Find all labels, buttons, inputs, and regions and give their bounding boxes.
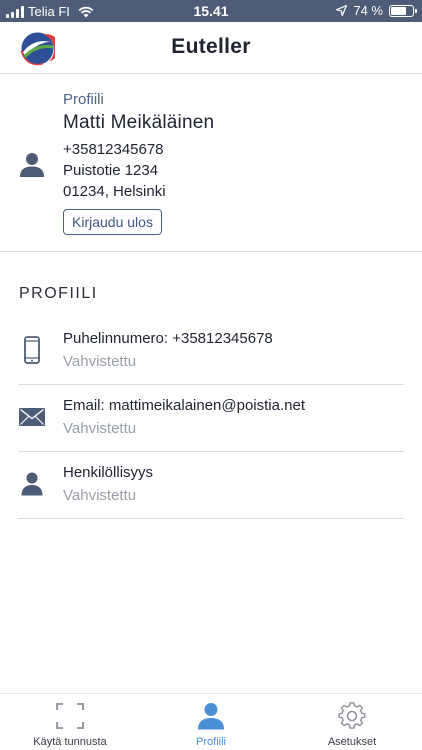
- list-item-status: Vahvistettu: [63, 353, 137, 370]
- profile-street: Puistotie 1234: [63, 162, 159, 179]
- battery-percent: 74 %: [353, 3, 383, 18]
- profile-name: Matti Meikäläinen: [63, 112, 215, 133]
- list-item-title: Puhelinnumero: +35812345678: [63, 330, 273, 347]
- person-icon: [18, 470, 46, 498]
- tab-profile[interactable]: Profiili: [141, 694, 281, 750]
- list-item-status: Vahvistettu: [63, 420, 137, 437]
- profile-phone: +35812345678: [63, 141, 164, 158]
- list-item-title: Email: mattimeikalainen@poistia.net: [63, 397, 305, 414]
- status-bar: Telia FI 15.41 74 %: [0, 0, 422, 22]
- tab-bar: Käytä tunnusta Profiili Asetukset: [0, 693, 422, 750]
- list-item-text: Henkilöllisyys Vahvistettu: [63, 464, 153, 504]
- list-item-text: Puhelinnumero: +35812345678 Vahvistettu: [63, 330, 273, 370]
- location-arrow-icon: [336, 5, 348, 16]
- gear-icon: [338, 702, 366, 729]
- list-item-email[interactable]: Email: mattimeikalainen@poistia.net Vahv…: [0, 385, 422, 452]
- page-title: Euteller: [171, 35, 251, 58]
- tab-label: Asetukset: [327, 736, 377, 748]
- phone-icon: [18, 336, 46, 364]
- profile-items-list: Puhelinnumero: +35812345678 Vahvistettu …: [0, 318, 422, 519]
- list-item-status: Vahvistettu: [63, 487, 137, 504]
- tab-settings[interactable]: Asetukset: [282, 694, 422, 750]
- profile-label: Profiili: [63, 91, 104, 108]
- list-item-title: Henkilöllisyys: [63, 464, 154, 481]
- list-item-text: Email: mattimeikalainen@poistia.net Vahv…: [63, 397, 305, 437]
- envelope-icon: [18, 403, 46, 431]
- tab-label: Käytä tunnusta: [33, 736, 107, 748]
- list-item-identity[interactable]: Henkilöllisyys Vahvistettu: [0, 452, 422, 519]
- battery-icon: [389, 4, 417, 17]
- battery-fill: [391, 6, 406, 15]
- tab-use-credentials[interactable]: Käytä tunnusta: [0, 694, 140, 750]
- profile-summary: Profiili Matti Meikäläinen +35812345678 …: [0, 74, 422, 252]
- status-right: 74 %: [336, 3, 417, 18]
- tab-label: Profiili: [196, 736, 226, 748]
- logout-button[interactable]: Kirjaudu ulos: [63, 209, 162, 235]
- scan-frame-icon: [56, 703, 84, 729]
- profile-postal-city: 01234, Helsinki: [63, 183, 166, 200]
- list-item-phone[interactable]: Puhelinnumero: +35812345678 Vahvistettu: [0, 318, 422, 385]
- person-icon: [20, 153, 44, 177]
- section-title: PROFIILI: [19, 285, 98, 302]
- profile-details: Profiili Matti Meikäläinen +35812345678 …: [63, 91, 214, 235]
- divider: [18, 518, 404, 519]
- person-icon: [198, 703, 224, 730]
- app-header: Euteller: [0, 22, 422, 74]
